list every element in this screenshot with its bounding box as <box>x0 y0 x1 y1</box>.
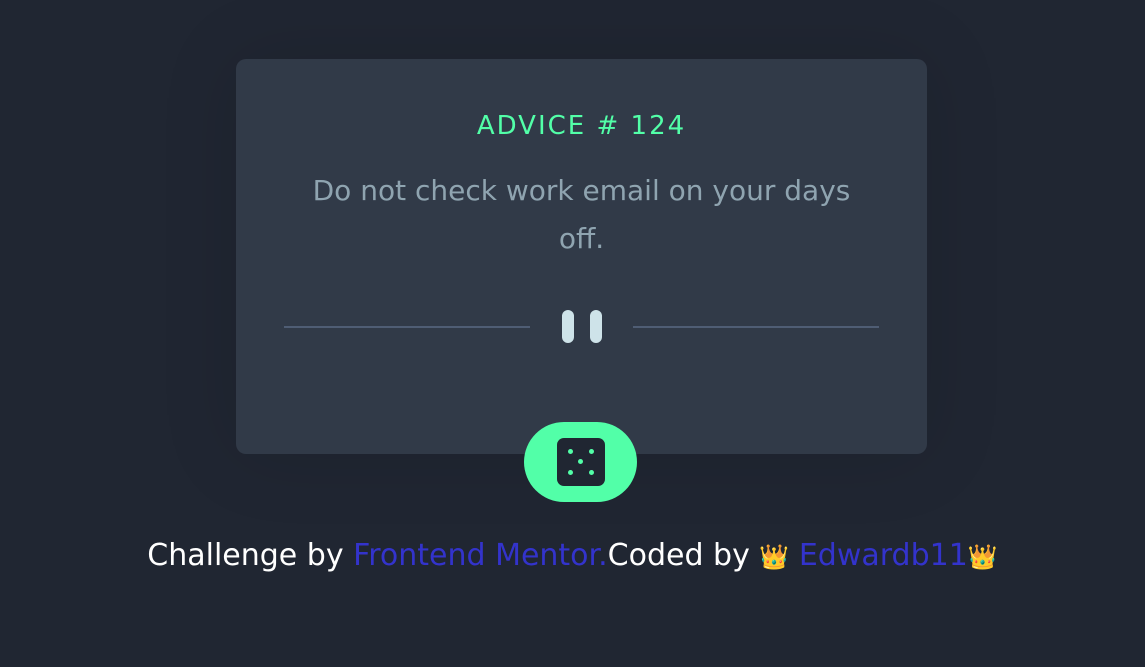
attribution: Challenge by Frontend Mentor.Coded by 👑 … <box>0 538 1145 573</box>
advice-id: ADVICE # 124 <box>476 111 687 141</box>
advice-card: ADVICE # 124 Do not check work email on … <box>236 59 927 454</box>
author-link[interactable]: Edwardb11 <box>799 538 968 573</box>
attribution-middle: Coded by <box>607 538 760 573</box>
crown-icon: 👑 <box>967 543 998 571</box>
generate-advice-button[interactable] <box>524 422 637 502</box>
divider <box>284 310 879 344</box>
divider-line-right <box>633 326 879 328</box>
pause-icon <box>562 310 604 344</box>
frontend-mentor-link[interactable]: Frontend Mentor. <box>353 538 608 573</box>
attribution-prefix: Challenge by <box>147 538 354 573</box>
divider-line-left <box>284 326 530 328</box>
dice-icon <box>557 438 605 486</box>
crown-icon: 👑 <box>759 543 790 571</box>
advice-text: Do not check work email on your days off… <box>312 174 851 255</box>
